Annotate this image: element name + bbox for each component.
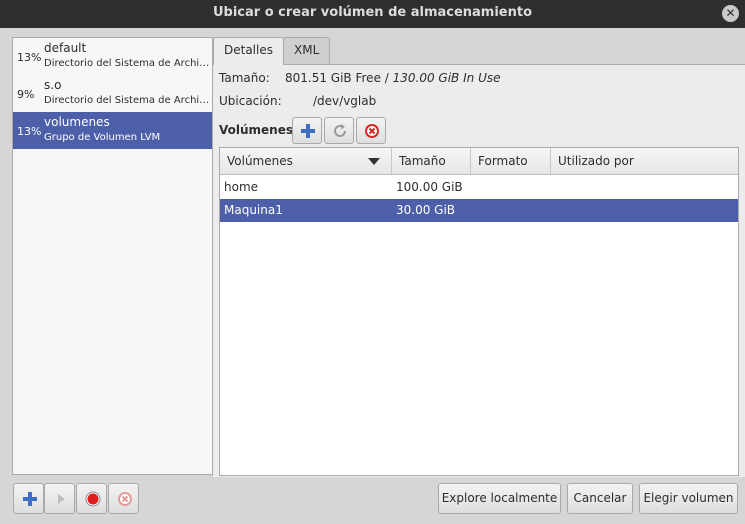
column-header-label: Formato: [478, 154, 528, 168]
column-header-size[interactable]: Tamaño: [392, 148, 471, 174]
pool-name: volumenes: [44, 115, 110, 129]
plus-icon: [301, 124, 315, 138]
pool-item-so[interactable]: 9% s.o Directorio del Sistema de Archivo…: [13, 75, 212, 112]
pool-name: s.o: [44, 78, 62, 92]
pool-type: Directorio del Sistema de Archivos: [44, 58, 210, 69]
size-value: 801.51 GiB Free / 130.00 GiB In Use: [285, 71, 500, 85]
stop-record-icon: [85, 491, 101, 507]
column-header-label: Volúmenes: [227, 154, 293, 168]
refresh-volumes-button[interactable]: [324, 117, 354, 144]
delete-volume-button[interactable]: [356, 117, 386, 144]
column-header-label: Tamaño: [399, 154, 446, 168]
size-in-use: 130.00 GiB In Use: [392, 71, 501, 85]
refresh-icon: [334, 124, 347, 137]
add-pool-button[interactable]: [13, 483, 44, 514]
cancel-button[interactable]: Cancelar: [567, 483, 633, 514]
volume-size: 30.00 GiB: [396, 203, 456, 217]
title-bar: Ubicar o crear volúmen de almacenamiento…: [0, 0, 745, 28]
delete-icon: [118, 492, 132, 506]
stop-pool-button[interactable]: [76, 483, 107, 514]
details-panel: Tamaño: 801.51 GiB Free / 130.00 GiB In …: [213, 64, 745, 477]
size-label: Tamaño:: [219, 71, 270, 85]
pool-type: Grupo de Volumen LVM: [44, 132, 161, 143]
size-free: 801.51 GiB Free /: [285, 71, 393, 85]
sort-down-icon: [368, 158, 380, 165]
volume-name: Maquina1: [224, 203, 283, 217]
window-title: Ubicar o crear volúmen de almacenamiento: [212, 5, 533, 20]
location-label: Ubicación:: [219, 94, 282, 108]
delete-pool-button[interactable]: [108, 483, 139, 514]
pool-usage-percent: 9%: [17, 88, 35, 101]
add-volume-button[interactable]: [292, 117, 322, 144]
close-icon[interactable]: ✕: [722, 5, 739, 22]
column-header-used-by[interactable]: Utilizado por: [551, 148, 738, 174]
table-row[interactable]: home 100.00 GiB: [220, 176, 738, 199]
column-header-volumes[interactable]: Volúmenes: [220, 148, 392, 174]
play-icon: [58, 494, 65, 504]
tab-xml[interactable]: XML: [283, 37, 331, 64]
delete-icon: [365, 124, 379, 138]
tab-details[interactable]: Detalles: [213, 37, 284, 65]
pool-item-volumenes[interactable]: 13% volumenes Grupo de Volumen LVM: [13, 112, 212, 149]
plus-icon: [23, 492, 37, 506]
pool-name: default: [44, 41, 87, 55]
volumes-heading: Volúmenes: [219, 123, 293, 137]
column-header-format[interactable]: Formato: [471, 148, 551, 174]
storage-pool-list[interactable]: 13% default Directorio del Sistema de Ar…: [12, 37, 213, 475]
table-row[interactable]: Maquina1 30.00 GiB: [220, 199, 738, 222]
location-value: /dev/vglab: [313, 94, 377, 108]
pool-type: Directorio del Sistema de Archivos: [44, 95, 210, 106]
dialog-body: 13% default Directorio del Sistema de Ar…: [0, 28, 745, 524]
table-header: Volúmenes Tamaño Formato Utilizado por: [220, 148, 738, 175]
volumes-table[interactable]: Volúmenes Tamaño Formato Utilizado por h…: [219, 147, 739, 476]
choose-volume-button[interactable]: Elegir volumen: [639, 483, 738, 514]
browse-local-button[interactable]: Explore localmente: [438, 483, 561, 514]
pool-item-default[interactable]: 13% default Directorio del Sistema de Ar…: [13, 38, 212, 75]
volume-size: 100.00 GiB: [396, 180, 463, 194]
column-header-label: Utilizado por: [558, 154, 634, 168]
start-pool-button[interactable]: [44, 483, 75, 514]
volume-name: home: [224, 180, 259, 194]
pool-usage-percent: 13%: [17, 125, 42, 138]
pool-usage-percent: 13%: [17, 51, 42, 64]
